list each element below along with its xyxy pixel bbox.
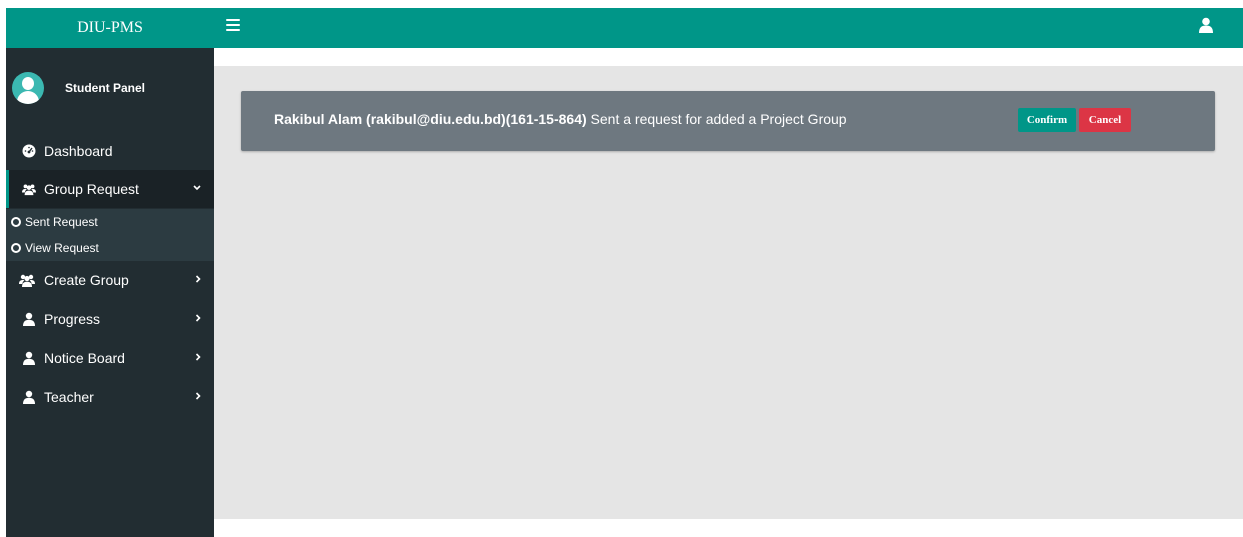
sidebar-item-label: Notice Board <box>44 350 125 366</box>
user-icon <box>23 390 35 404</box>
sidebar-item-label: Dashboard <box>44 143 113 159</box>
sidebar-item-group-request[interactable]: Group Request <box>6 170 214 208</box>
avatar <box>12 72 44 104</box>
menu-toggle-icon[interactable] <box>226 19 240 31</box>
sidebar-item-label: Teacher <box>44 389 94 405</box>
user-icon <box>23 312 35 326</box>
chevron-right-icon <box>195 314 201 322</box>
footer <box>214 519 1243 537</box>
chevron-right-icon <box>195 275 201 283</box>
user-icon <box>23 351 35 365</box>
main-content: Rakibul Alam (rakibul@diu.edu.bd)(161-15… <box>214 66 1243 519</box>
sidebar-item-label: Group Request <box>44 181 139 197</box>
group-request-submenu: Sent Request View Request <box>6 209 214 261</box>
circle-icon <box>11 217 21 227</box>
app-brand[interactable]: DIU-PMS <box>6 8 214 48</box>
user-panel: Student Panel <box>6 72 214 106</box>
request-message: Rakibul Alam (rakibul@diu.edu.bd)(161-15… <box>274 111 847 127</box>
request-text: Sent a request for added a Project Group <box>586 111 847 127</box>
sidebar-item-notice-board[interactable]: Notice Board <box>6 339 214 377</box>
brand-label: DIU-PMS <box>77 19 143 36</box>
sidebar-item-teacher[interactable]: Teacher <box>6 378 214 416</box>
user-icon[interactable] <box>1199 17 1213 33</box>
sidebar-item-label: Create Group <box>44 272 129 288</box>
request-sender: Rakibul Alam (rakibul@diu.edu.bd)(161-15… <box>274 111 587 127</box>
confirm-button[interactable]: Confirm <box>1018 108 1076 132</box>
circle-icon <box>11 243 21 253</box>
submenu-item-sent-request[interactable]: Sent Request <box>6 209 214 235</box>
panel-label: Student Panel <box>65 81 146 95</box>
top-navbar <box>214 8 1243 48</box>
dashboard-icon <box>22 144 36 158</box>
sidebar-item-dashboard[interactable]: Dashboard <box>6 132 214 170</box>
content-header-strip <box>214 48 1243 66</box>
cancel-button[interactable]: Cancel <box>1079 108 1131 132</box>
users-icon <box>19 274 35 287</box>
submenu-item-label: View Request <box>25 241 99 255</box>
chevron-right-icon <box>195 392 201 400</box>
chevron-right-icon <box>195 353 201 361</box>
sidebar: Student Panel Dashboard Group Request Se… <box>6 48 214 537</box>
submenu-item-label: Sent Request <box>25 215 98 229</box>
chevron-down-icon <box>193 185 201 191</box>
sidebar-item-progress[interactable]: Progress <box>6 300 214 338</box>
sidebar-item-label: Progress <box>44 311 101 327</box>
sidebar-item-create-group[interactable]: Create Group <box>6 261 214 299</box>
submenu-item-view-request[interactable]: View Request <box>6 235 214 261</box>
users-icon <box>22 184 36 196</box>
group-request-card: Rakibul Alam (rakibul@diu.edu.bd)(161-15… <box>241 91 1215 151</box>
